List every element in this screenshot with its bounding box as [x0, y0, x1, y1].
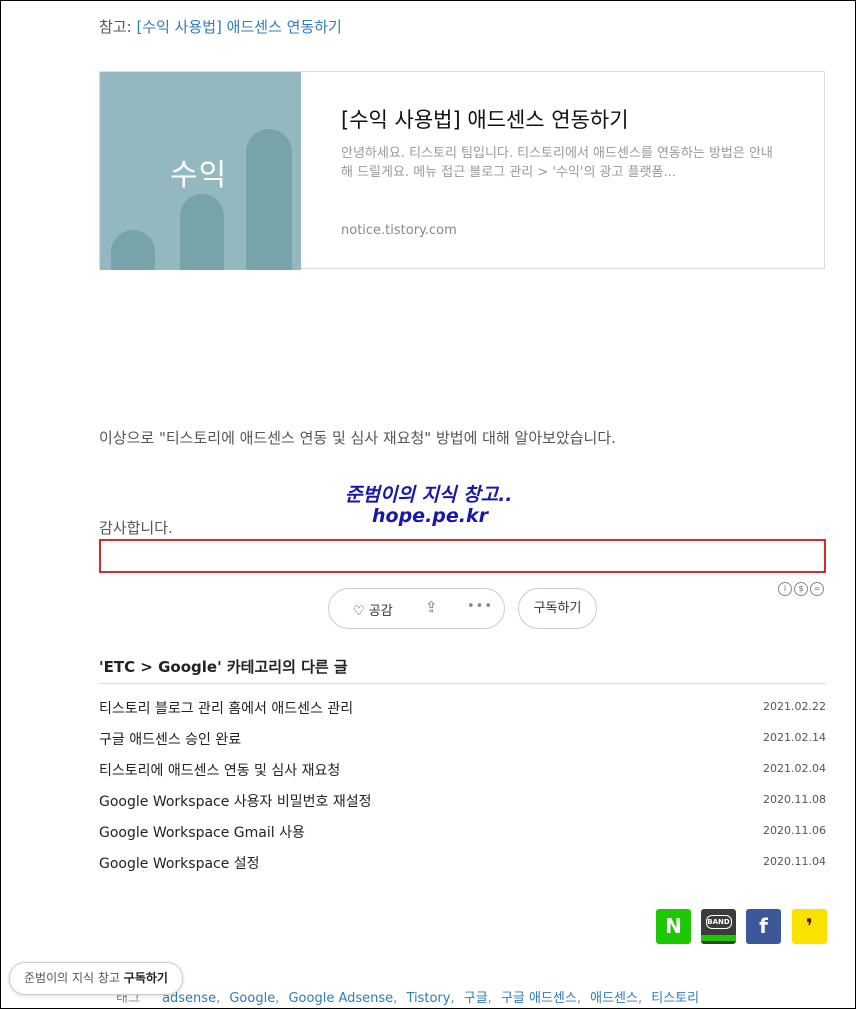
cc-nd-icon[interactable]: =	[810, 582, 824, 596]
subscribe-button[interactable]: 구독하기	[518, 588, 597, 629]
related-heading: 'ETC > Google' 카테고리의 다른 글	[99, 658, 348, 676]
band-bar	[701, 935, 736, 941]
related-post[interactable]: 티스토리 블로그 관리 홈에서 애드센스 관리 2021.02.22	[99, 698, 826, 718]
related-post[interactable]: 구글 애드센스 승인 완료 2021.02.14	[99, 729, 826, 749]
related-post[interactable]: Google Workspace 사용자 비밀번호 재설정 2020.11.08	[99, 791, 826, 811]
related-post-title[interactable]: 구글 애드센스 승인 완료	[99, 729, 241, 749]
related-post-date: 2020.11.06	[763, 824, 826, 837]
reference-link[interactable]: [수익 사용법] 애드센스 연동하기	[136, 18, 341, 36]
related-post-title[interactable]: 티스토리 블로그 관리 홈에서 애드센스 관리	[99, 698, 353, 718]
related-post-date: 2021.02.22	[763, 700, 826, 713]
share-icon[interactable]: ⇪	[425, 598, 438, 616]
tag-item[interactable]: Google Adsense	[288, 991, 393, 1006]
kakao-share-icon[interactable]: ❜	[792, 909, 827, 944]
summary-text: 이상으로 "티스토리에 애드센스 연동 및 심사 재요청" 방법에 대해 알아보…	[99, 429, 616, 447]
reaction-bar: ♡ 공감 ⇪ •••	[328, 588, 505, 629]
related-post-title[interactable]: Google Workspace 설정	[99, 853, 260, 873]
watermark-title: 준범이의 지식 창고..	[345, 484, 513, 506]
like-label: 공감	[368, 604, 393, 619]
thumb-bar	[180, 194, 224, 270]
divider	[99, 683, 826, 684]
reference-line: 참고: [수익 사용법] 애드센스 연동하기	[99, 16, 342, 37]
reference-prefix: 참고:	[99, 18, 132, 36]
band-label: BAND	[705, 915, 732, 929]
related-post-date: 2020.11.08	[763, 793, 826, 806]
related-post[interactable]: Google Workspace 설정 2020.11.04	[99, 853, 826, 873]
band-share-icon[interactable]: BAND	[701, 909, 736, 944]
related-post[interactable]: 티스토리에 애드센스 연동 및 심사 재요청 2021.02.04	[99, 760, 826, 780]
more-icon[interactable]: •••	[467, 599, 493, 614]
card-thumbnail: 수익	[100, 72, 301, 270]
floating-subscribe-label: 구독하기	[123, 971, 168, 985]
related-post-date: 2021.02.04	[763, 762, 826, 775]
card-description: 안녕하세요. 티스토리 팀입니다. 티스토리에서 애드센스를 연동하는 방법은 …	[341, 146, 773, 180]
related-post-title[interactable]: 티스토리에 애드센스 연동 및 심사 재요청	[99, 760, 340, 780]
related-post-title[interactable]: Google Workspace 사용자 비밀번호 재설정	[99, 791, 372, 811]
license-icons: i $ =	[776, 576, 824, 596]
tag-item[interactable]: 구글	[464, 991, 488, 1006]
card-host: notice.tistory.com	[341, 223, 457, 238]
floating-subscribe-button[interactable]: 준범이의 지식 창고 구독하기	[9, 962, 183, 995]
tag-item[interactable]: 티스토리	[651, 991, 699, 1006]
cc-nc-icon[interactable]: $	[794, 582, 808, 596]
tag-item[interactable]: Tistory	[406, 991, 450, 1006]
cc-by-icon[interactable]: i	[778, 582, 792, 596]
highlight-box	[99, 539, 826, 573]
like-button[interactable]: ♡ 공감	[353, 600, 393, 619]
tag-item[interactable]: 구글 애드센스	[501, 991, 577, 1006]
facebook-share-icon[interactable]: f	[746, 909, 781, 944]
watermark-url: hope.pe.kr	[372, 505, 488, 527]
tag-item[interactable]: 애드센스	[590, 991, 638, 1006]
thumb-bar	[111, 230, 155, 270]
thumb-word: 수익	[170, 158, 228, 193]
related-post-date: 2021.02.14	[763, 731, 826, 744]
related-post-title[interactable]: Google Workspace Gmail 사용	[99, 822, 305, 842]
thumb-bar	[246, 129, 292, 270]
tag-list: 태그 adsense, Google, Google Adsense, Tist…	[116, 991, 700, 1006]
related-post-date: 2020.11.04	[763, 855, 826, 868]
tag-item[interactable]: Google	[229, 991, 275, 1006]
thanks-text: 감사합니다.	[99, 519, 173, 537]
naver-share-icon[interactable]: N	[656, 909, 691, 944]
floating-blog-name: 준범이의 지식 창고	[24, 971, 120, 985]
link-preview-card[interactable]: 수익 [수익 사용법] 애드센스 연동하기 안녕하세요. 티스토리 팀입니다. …	[99, 71, 825, 270]
related-post[interactable]: Google Workspace Gmail 사용 2020.11.06	[99, 822, 826, 842]
card-title: [수익 사용법] 애드센스 연동하기	[341, 108, 629, 132]
heart-icon: ♡	[353, 604, 365, 619]
